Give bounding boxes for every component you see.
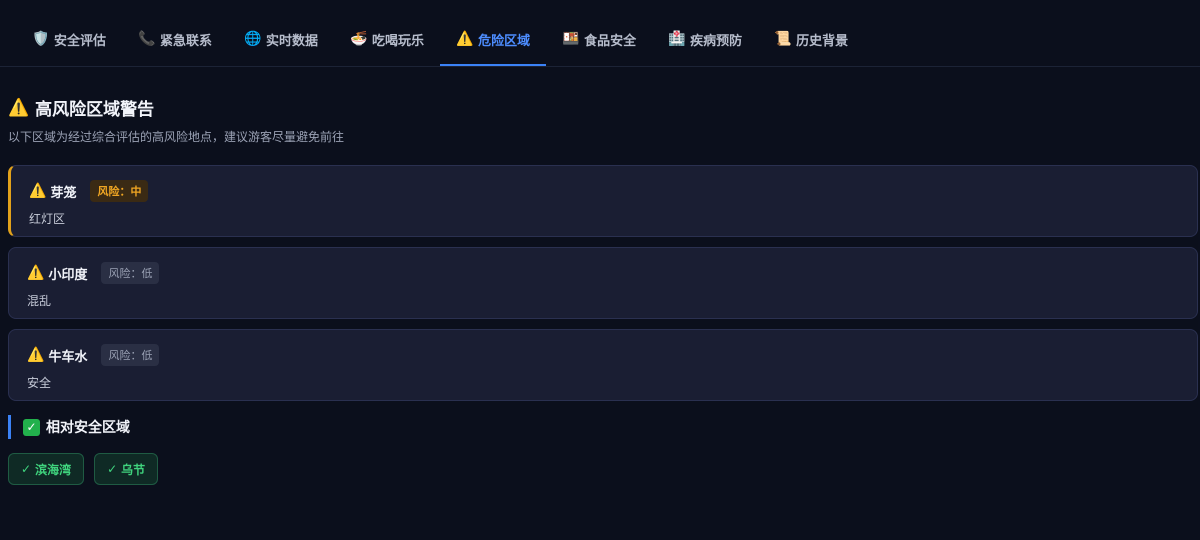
check-icon: ✓	[21, 462, 32, 476]
safe-area-name: 滨海湾	[35, 462, 72, 477]
tab-label: 吃喝玩乐	[372, 33, 425, 49]
noodle-bowl-icon: 🍜	[350, 31, 368, 47]
risk-badge: 风险：中	[90, 180, 149, 202]
page-subtitle: 以下区域为经过综合评估的高风险地点，建议游客尽量避免前往	[8, 130, 345, 144]
check-icon: ✓	[23, 418, 40, 436]
safe-area-tag[interactable]: ✓ 滨海湾	[8, 453, 85, 485]
zone-name-text: 芽笼	[50, 185, 77, 201]
warning-icon: ⚠️	[27, 265, 45, 281]
warning-icon: ⚠️	[29, 183, 47, 199]
tab-history[interactable]: 📜 历史背景	[758, 14, 864, 66]
warning-icon: ⚠️	[8, 97, 30, 118]
hospital-icon: 🏥	[668, 31, 686, 47]
zone-description: 混乱	[27, 294, 52, 308]
warning-icon: ⚠️	[456, 31, 474, 47]
shield-icon: 🛡️	[32, 31, 50, 47]
zone-description: 红灯区	[29, 212, 66, 226]
tab-label: 食品安全	[584, 33, 637, 49]
tab-label: 危险区域	[478, 33, 531, 49]
warning-icon: ⚠️	[27, 347, 45, 363]
safe-section-title: ✓ 相对安全区域	[8, 415, 1200, 439]
phone-icon: 📞	[138, 31, 156, 47]
zone-card: ⚠️ 芽笼 风险：中 红灯区	[8, 165, 1198, 237]
scroll-icon: 📜	[774, 31, 792, 47]
safe-area-tag[interactable]: ✓ 乌节	[94, 453, 159, 485]
tab-safety-assessment[interactable]: 🛡️ 安全评估	[16, 14, 122, 66]
zone-name: ⚠️ 小印度	[27, 264, 87, 283]
tab-label: 紧急联系	[160, 33, 213, 49]
risk-badge: 风险：低	[101, 344, 160, 366]
zone-name-text: 牛车水	[48, 349, 88, 365]
tab-food-fun[interactable]: 🍜 吃喝玩乐	[334, 14, 440, 66]
zone-name: ⚠️ 牛车水	[27, 346, 87, 365]
zone-card: ⚠️ 牛车水 风险：低 安全	[8, 329, 1198, 401]
zone-name-text: 小印度	[48, 267, 88, 283]
tab-label: 历史背景	[796, 33, 849, 49]
zone-description: 安全	[27, 376, 52, 390]
zone-card: ⚠️ 小印度 风险：低 混乱	[8, 247, 1198, 319]
bento-box-icon: 🍱	[562, 31, 580, 47]
tab-label: 安全评估	[54, 33, 107, 49]
zone-name: ⚠️ 芽笼	[29, 182, 76, 201]
tab-label: 实时数据	[266, 33, 319, 49]
tab-emergency-contacts[interactable]: 📞 紧急联系	[122, 14, 228, 66]
safe-area-list: ✓ 滨海湾 ✓ 乌节	[8, 453, 1200, 485]
tab-disease-prevention[interactable]: 🏥 疾病预防	[652, 14, 758, 66]
check-icon: ✓	[107, 462, 118, 476]
tab-danger-zones[interactable]: ⚠️ 危险区域	[440, 14, 547, 66]
safe-area-name: 乌节	[121, 462, 146, 477]
tab-live-data[interactable]: 🌐 实时数据	[228, 14, 334, 66]
page-title-text: 高风险区域警告	[35, 100, 155, 120]
globe-icon: 🌐	[244, 31, 262, 47]
page-title: ⚠️ 高风险区域警告	[8, 95, 1192, 121]
danger-section-header: ⚠️ 高风险区域警告 以下区域为经过综合评估的高风险地点，建议游客尽量避免前往	[0, 67, 1200, 145]
safe-section-title-text: 相对安全区域	[46, 420, 130, 436]
tab-label: 疾病预防	[690, 33, 743, 49]
tab-food-safety[interactable]: 🍱 食品安全	[546, 14, 652, 66]
tab-bar: 🛡️ 安全评估 📞 紧急联系 🌐 实时数据 🍜 吃喝玩乐 ⚠️ 危险区域 🍱 食…	[0, 0, 1200, 67]
danger-zone-list: ⚠️ 芽笼 风险：中 红灯区 ⚠️ 小印度 风险：低 混乱 ⚠️ 牛车水 风险：…	[0, 145, 1200, 401]
risk-badge: 风险：低	[101, 262, 160, 284]
